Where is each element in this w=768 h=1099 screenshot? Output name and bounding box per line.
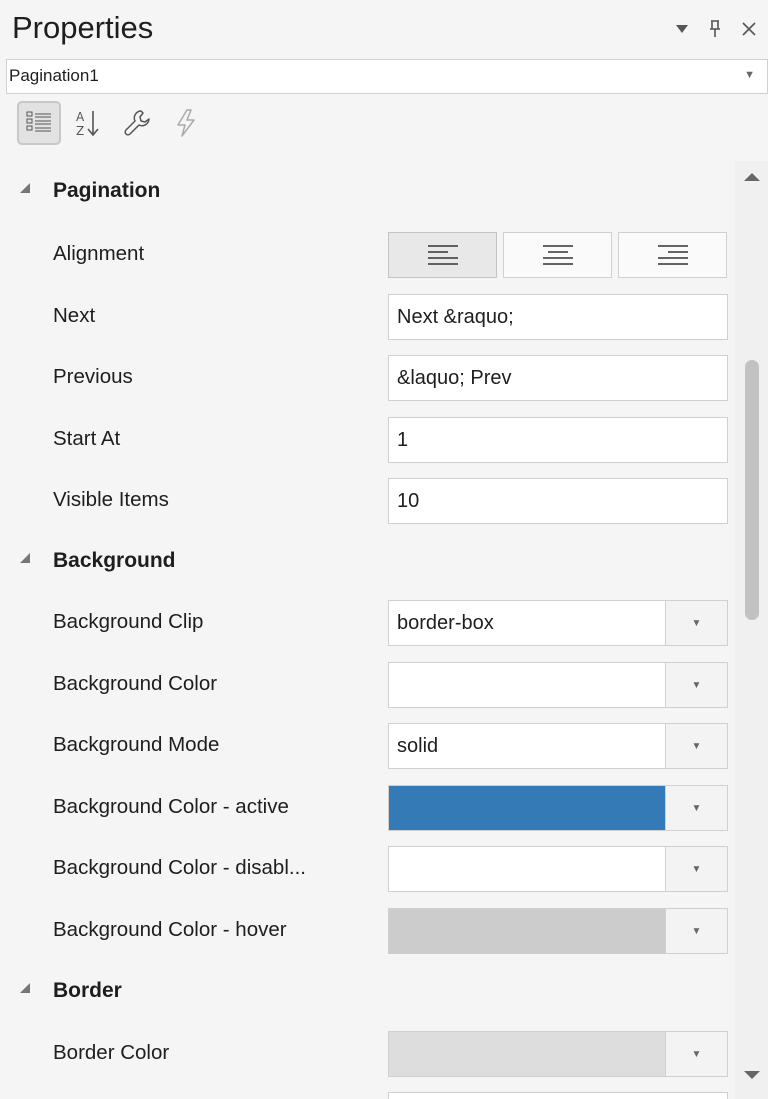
prop-row-background-mode: Background Mode solid ▼ <box>0 715 735 776</box>
dropdown-arrow-icon[interactable]: ▼ <box>665 846 728 892</box>
svg-text:A: A <box>76 110 85 124</box>
background-color-hover-swatch[interactable] <box>388 908 666 954</box>
prop-label: Background Color - active <box>53 795 289 818</box>
property-grid: Pagination Alignment Next Next &raquo; P… <box>0 161 735 1099</box>
prop-row-previous: Previous &laquo; Prev <box>0 347 735 408</box>
prop-label: Background Clip <box>53 610 204 633</box>
prop-row-background-color-hover: Background Color - hover ▼ <box>0 900 735 961</box>
prop-row-start-at: Start At 1 <box>0 409 735 470</box>
align-right-button[interactable] <box>618 232 727 278</box>
selector-dropdown-icon[interactable]: ▼ <box>744 69 755 81</box>
section-background: Background <box>0 531 735 591</box>
next-input[interactable]: Next &raquo; <box>388 294 728 340</box>
object-selector[interactable]: Pagination1 ▼ <box>6 59 768 94</box>
panel-title: Properties <box>12 10 154 45</box>
prop-label: Start At <box>53 427 121 450</box>
background-mode-field[interactable]: solid <box>388 723 666 769</box>
close-icon[interactable] <box>738 18 760 40</box>
dropdown-arrow-icon[interactable]: ▼ <box>665 723 728 769</box>
start-at-input[interactable]: 1 <box>388 417 728 463</box>
vertical-scrollbar[interactable] <box>735 161 768 1099</box>
svg-text:Z: Z <box>76 124 84 138</box>
prop-row-background-color-active: Background Color - active ▼ <box>0 777 735 838</box>
lightning-icon[interactable] <box>164 101 208 145</box>
align-center-icon <box>542 245 573 265</box>
pin-icon[interactable] <box>704 18 726 40</box>
prop-label: Background Color <box>53 672 218 695</box>
dropdown-arrow-icon[interactable]: ▼ <box>665 1031 728 1077</box>
prop-label: Visible Items <box>53 488 169 511</box>
section-title: Pagination <box>53 179 161 202</box>
prop-row-partial <box>0 1084 735 1099</box>
prop-label: Background Color - disabl... <box>53 856 306 879</box>
prop-row-background-clip: Background Clip border-box ▼ <box>0 592 735 653</box>
align-left-icon <box>427 245 458 265</box>
collapse-triangle-icon[interactable] <box>20 183 30 193</box>
scroll-thumb[interactable] <box>745 360 759 620</box>
align-left-button[interactable] <box>388 232 497 278</box>
prop-label: Background Mode <box>53 733 220 756</box>
dropdown-arrow-icon[interactable]: ▼ <box>665 908 728 954</box>
section-border: Border <box>0 961 735 1021</box>
section-title: Background <box>53 549 176 572</box>
previous-input[interactable]: &laquo; Prev <box>388 355 728 401</box>
dropdown-arrow-icon[interactable]: ▼ <box>665 600 728 646</box>
prop-row-background-color-disabled: Background Color - disabl... ▼ <box>0 838 735 899</box>
prop-row-background-color: Background Color ▼ <box>0 654 735 715</box>
background-color-field[interactable] <box>388 662 666 708</box>
sort-az-icon[interactable]: A Z <box>65 101 109 145</box>
dropdown-arrow-icon[interactable]: ▼ <box>665 785 728 831</box>
collapse-triangle-icon[interactable] <box>20 553 30 563</box>
section-pagination: Pagination <box>0 161 735 221</box>
prop-row-border-color: Border Color ▼ <box>0 1023 735 1084</box>
properties-toolbar: A Z <box>0 96 768 158</box>
border-color-swatch[interactable] <box>388 1031 666 1077</box>
prop-label: Next <box>53 304 96 327</box>
prop-row-next: Next Next &raquo; <box>0 286 735 347</box>
background-color-active-swatch[interactable] <box>388 785 666 831</box>
object-selector-value: Pagination1 <box>9 66 99 85</box>
wrench-icon[interactable] <box>115 101 159 145</box>
visible-items-input[interactable]: 10 <box>388 478 728 524</box>
prop-label: Background Color - hover <box>53 918 287 941</box>
collapse-triangle-icon[interactable] <box>20 983 30 993</box>
scroll-down-icon[interactable] <box>744 1071 760 1079</box>
background-clip-field[interactable]: border-box <box>388 600 666 646</box>
align-center-button[interactable] <box>503 232 612 278</box>
section-title: Border <box>53 979 122 1002</box>
categorized-view-icon[interactable] <box>17 101 61 145</box>
scroll-up-icon[interactable] <box>744 173 760 181</box>
prop-row-alignment: Alignment <box>0 224 735 285</box>
prop-label: Alignment <box>53 242 145 265</box>
prop-row-visible-items: Visible Items 10 <box>0 470 735 531</box>
prop-label: Border Color <box>53 1041 170 1064</box>
partial-field[interactable] <box>388 1092 728 1099</box>
background-color-disabled-swatch[interactable] <box>388 846 666 892</box>
panel-title-bar: Properties <box>0 0 768 62</box>
dropdown-arrow-icon[interactable]: ▼ <box>665 662 728 708</box>
align-right-icon <box>657 245 688 265</box>
chevron-down-icon[interactable] <box>671 18 693 40</box>
prop-label: Previous <box>53 365 133 388</box>
